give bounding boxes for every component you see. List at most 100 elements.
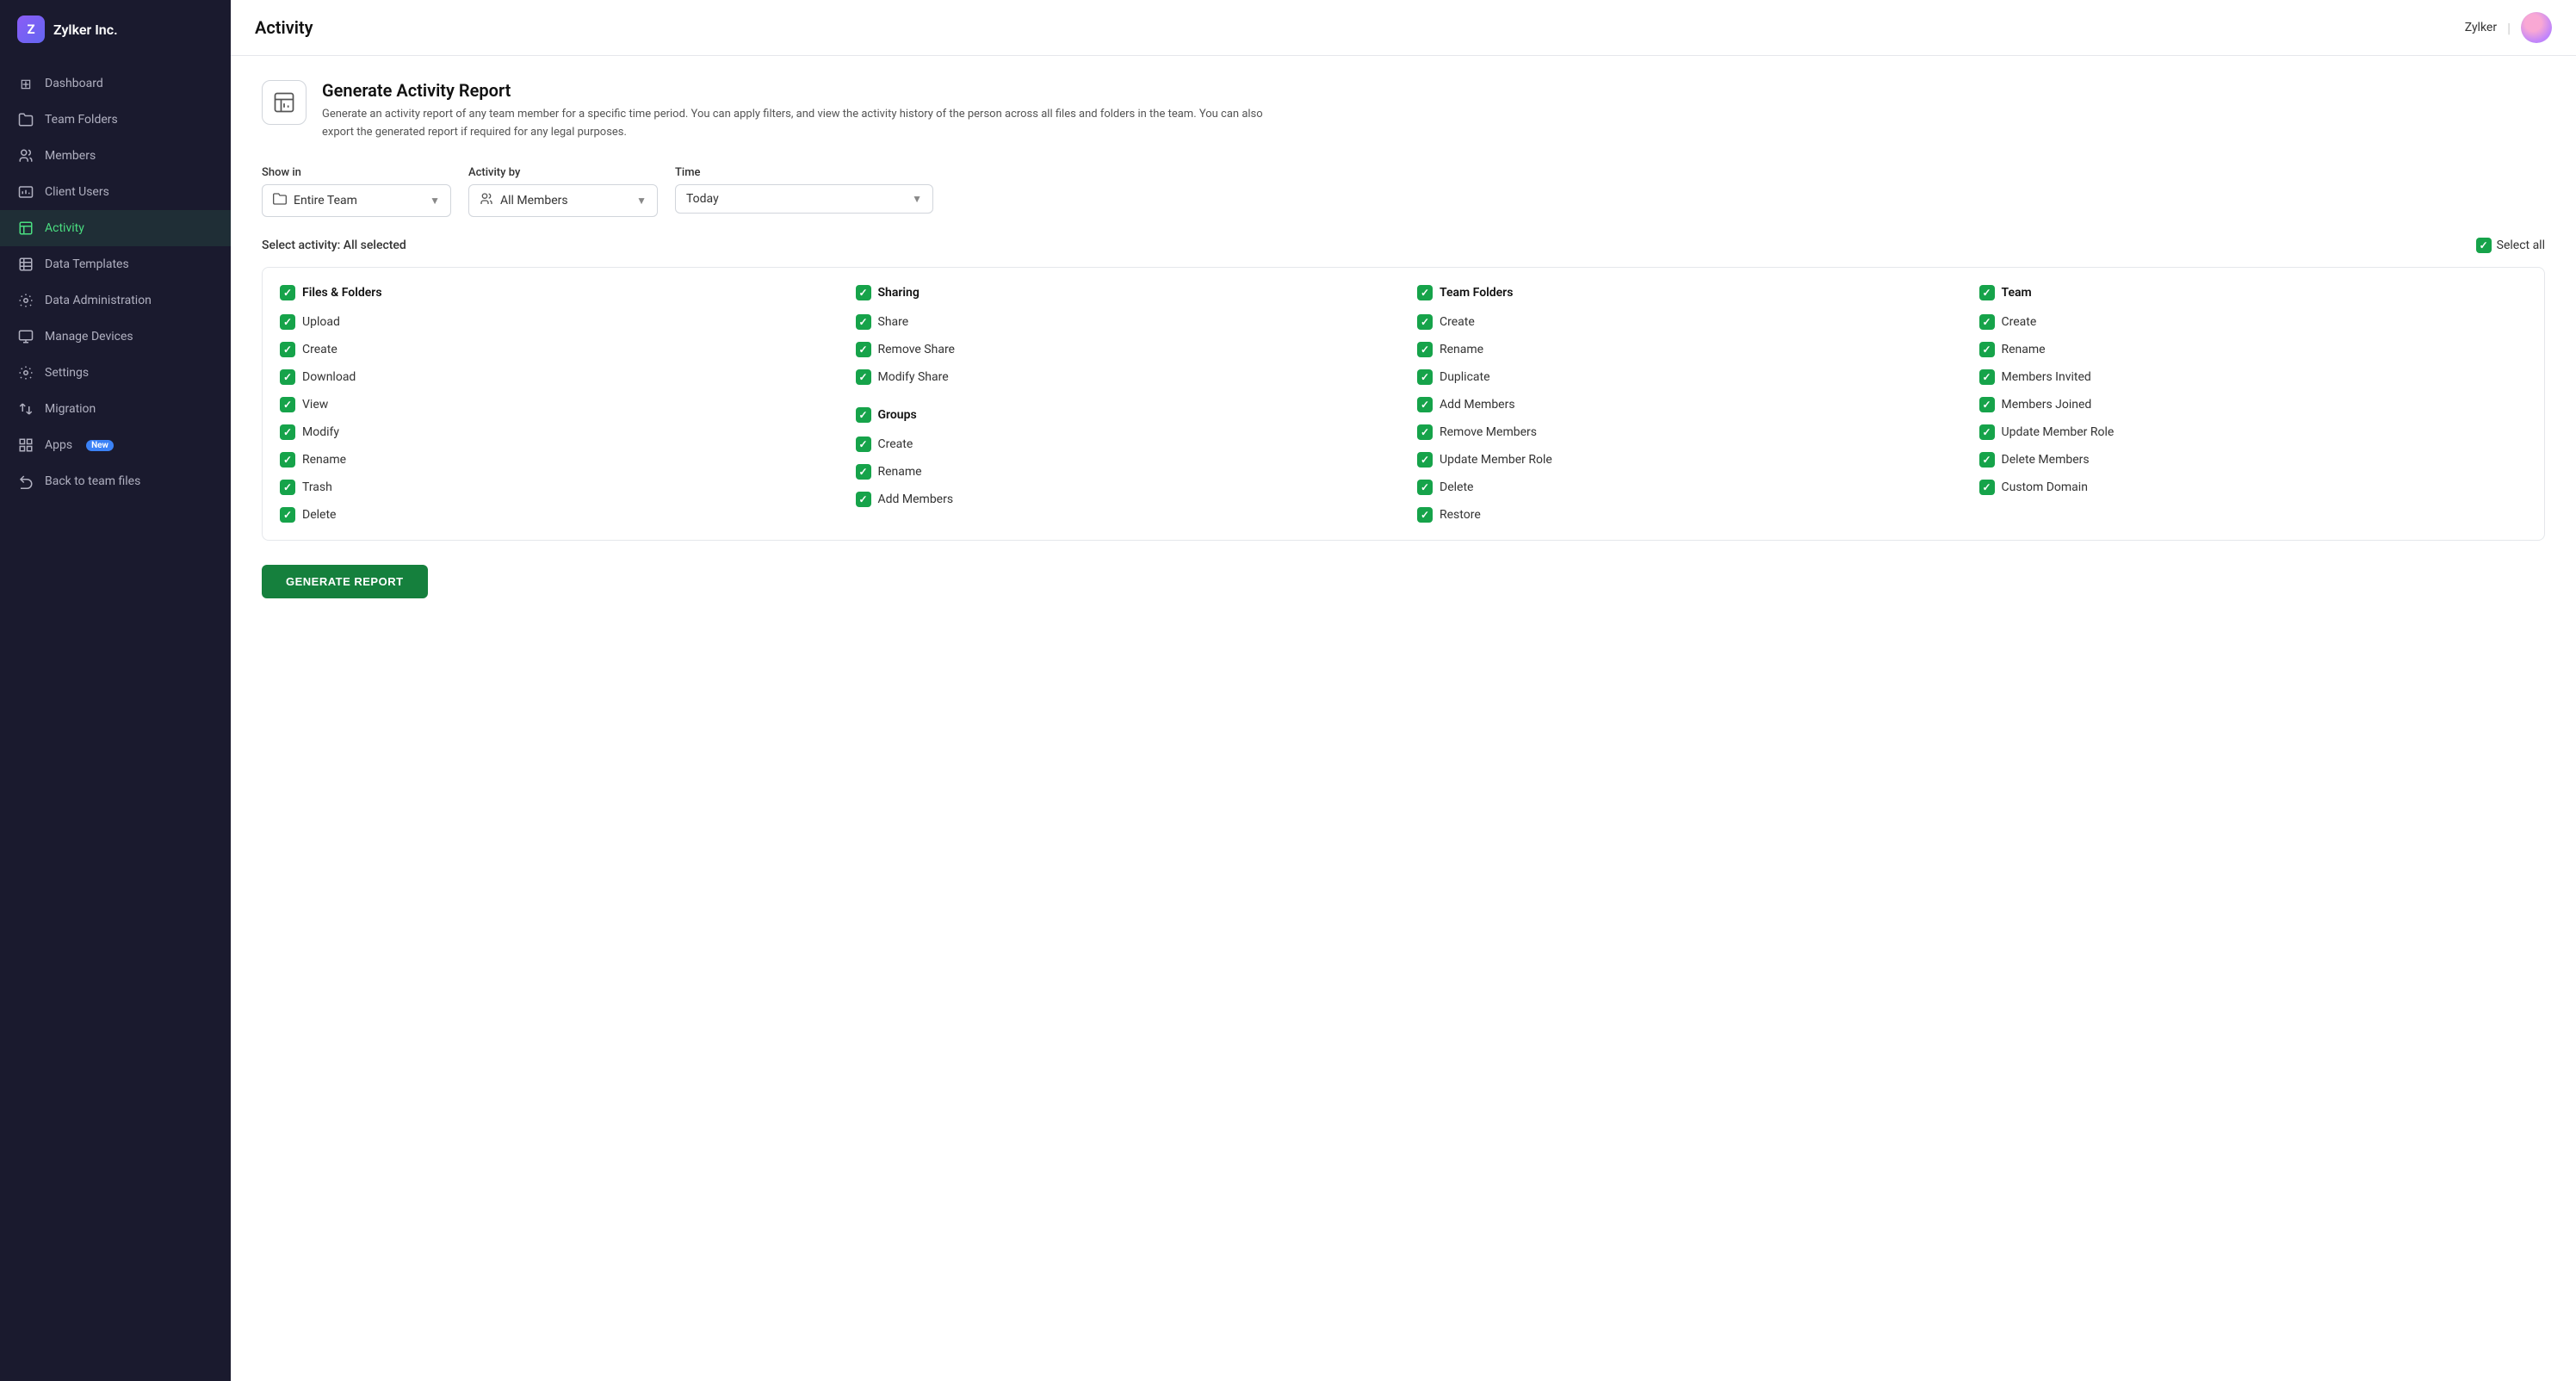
team-folders-icon	[17, 111, 34, 128]
cb-team[interactable]	[1979, 285, 1995, 300]
cb-create-ff[interactable]	[280, 342, 295, 357]
sidebar-item-settings[interactable]: Settings	[0, 355, 231, 391]
cb-groups[interactable]	[856, 407, 871, 423]
col-header-team: Team	[1979, 285, 2514, 300]
activity-by-icon	[480, 192, 493, 209]
sidebar-item-migration[interactable]: Migration	[0, 391, 231, 427]
list-item: Create	[1417, 314, 1952, 330]
cb-members-invited[interactable]	[1979, 369, 1995, 385]
content-area: Generate Activity Report Generate an act…	[231, 56, 2576, 1381]
cb-create-tf[interactable]	[1417, 314, 1433, 330]
report-description: Generate an activity report of any team …	[322, 106, 1269, 142]
sidebar-item-data-templates[interactable]: Data Templates	[0, 246, 231, 282]
cb-rename-tf[interactable]	[1417, 342, 1433, 357]
col-files-folders: Files & Folders Upload Create Download V…	[280, 285, 842, 523]
col-items-team-folders: Create Rename Duplicate Add Members Remo…	[1417, 314, 1952, 523]
cb-rename-ff[interactable]	[280, 452, 295, 468]
cb-view[interactable]	[280, 397, 295, 412]
list-item: Rename	[280, 452, 828, 468]
sidebar-item-manage-devices[interactable]: Manage Devices	[0, 319, 231, 355]
col-items-files-folders: Upload Create Download View Modify Renam…	[280, 314, 828, 523]
migration-icon	[17, 400, 34, 418]
company-name: Zylker Inc.	[53, 22, 118, 38]
select-all-checkbox[interactable]	[2476, 238, 2492, 253]
list-item: Upload	[280, 314, 828, 330]
cb-trash[interactable]	[280, 480, 295, 495]
col-header-sharing: Sharing	[856, 285, 1390, 300]
sidebar-label-migration: Migration	[45, 402, 96, 416]
cb-rename-g[interactable]	[856, 464, 871, 480]
cb-download[interactable]	[280, 369, 295, 385]
report-header: Generate Activity Report Generate an act…	[262, 80, 2545, 142]
show-in-label: Show in	[262, 166, 451, 179]
app-logo[interactable]: Z Zylker Inc.	[0, 0, 231, 59]
client-users-icon	[17, 183, 34, 201]
activity-grid: Files & Folders Upload Create Download V…	[263, 268, 2544, 540]
cb-modify-share[interactable]	[856, 369, 871, 385]
cb-modify[interactable]	[280, 424, 295, 440]
sidebar-label-apps: Apps	[45, 438, 72, 452]
cb-update-role-tf[interactable]	[1417, 452, 1433, 468]
filters-row: Show in Entire Team ▼ Activity by All Me…	[262, 166, 2545, 217]
sidebar-item-client-users[interactable]: Client Users	[0, 174, 231, 210]
cb-remove-members[interactable]	[1417, 424, 1433, 440]
cb-add-members-g[interactable]	[856, 492, 871, 507]
cb-files-folders[interactable]	[280, 285, 295, 300]
list-item: Add Members	[856, 492, 1390, 507]
cb-delete-ff[interactable]	[280, 507, 295, 523]
cb-team-folders[interactable]	[1417, 285, 1433, 300]
time-select[interactable]: Today ▼	[675, 184, 933, 214]
cb-delete-members[interactable]	[1979, 452, 1995, 468]
col-sharing: Sharing Share Remove Share Modify Share …	[842, 285, 1404, 523]
sidebar-label-activity: Activity	[45, 221, 84, 235]
list-item: Duplicate	[1417, 369, 1952, 385]
sidebar-item-team-folders[interactable]: Team Folders	[0, 102, 231, 138]
sidebar-item-dashboard[interactable]: ⊞ Dashboard	[0, 65, 231, 102]
sidebar-item-activity[interactable]: Activity	[0, 210, 231, 246]
cb-share[interactable]	[856, 314, 871, 330]
list-item: Members Invited	[1979, 369, 2514, 385]
cb-rename-t[interactable]	[1979, 342, 1995, 357]
activity-grid-wrapper: Files & Folders Upload Create Download V…	[262, 267, 2545, 541]
back-icon	[17, 473, 34, 490]
select-all-control[interactable]: Select all	[2476, 238, 2545, 253]
col-header-groups: Groups	[856, 407, 1390, 423]
cb-create-g[interactable]	[856, 437, 871, 452]
cb-delete-tf[interactable]	[1417, 480, 1433, 495]
activity-by-label: Activity by	[468, 166, 658, 179]
list-item: Download	[280, 369, 828, 385]
cb-custom-domain[interactable]	[1979, 480, 1995, 495]
avatar[interactable]	[2521, 12, 2552, 43]
list-item: Update Member Role	[1417, 452, 1952, 468]
list-item: Add Members	[1417, 397, 1952, 412]
col-team: Team Create Rename Members Invited Membe…	[1966, 285, 2528, 523]
sidebar-item-data-administration[interactable]: Data Administration	[0, 282, 231, 319]
cb-remove-share[interactable]	[856, 342, 871, 357]
cb-sharing[interactable]	[856, 285, 871, 300]
sidebar-label-data-templates: Data Templates	[45, 257, 129, 271]
report-icon-box	[262, 80, 307, 125]
cb-members-joined[interactable]	[1979, 397, 1995, 412]
list-item: Create	[280, 342, 828, 357]
sidebar-item-apps[interactable]: Apps New	[0, 427, 231, 463]
topbar-divider: |	[2507, 20, 2511, 36]
col-title-team: Team	[2002, 286, 2032, 300]
avatar-image	[2521, 12, 2552, 43]
sidebar-item-members[interactable]: Members	[0, 138, 231, 174]
cb-upload[interactable]	[280, 314, 295, 330]
cb-restore[interactable]	[1417, 507, 1433, 523]
list-item: Rename	[856, 464, 1390, 480]
cb-update-role-t[interactable]	[1979, 424, 1995, 440]
topbar: Activity Zylker |	[231, 0, 2576, 56]
cb-create-t[interactable]	[1979, 314, 1995, 330]
show-in-select[interactable]: Entire Team ▼	[262, 184, 451, 217]
activity-by-select[interactable]: All Members ▼	[468, 184, 658, 217]
generate-report-button[interactable]: GENERATE REPORT	[262, 565, 428, 598]
cb-duplicate[interactable]	[1417, 369, 1433, 385]
col-title-team-folders: Team Folders	[1440, 286, 1513, 300]
cb-add-members-tf[interactable]	[1417, 397, 1433, 412]
list-item: Delete Members	[1979, 452, 2514, 468]
col-items-team: Create Rename Members Invited Members Jo…	[1979, 314, 2514, 495]
time-label: Time	[675, 166, 933, 179]
sidebar-item-back-to-team-files[interactable]: Back to team files	[0, 463, 231, 499]
